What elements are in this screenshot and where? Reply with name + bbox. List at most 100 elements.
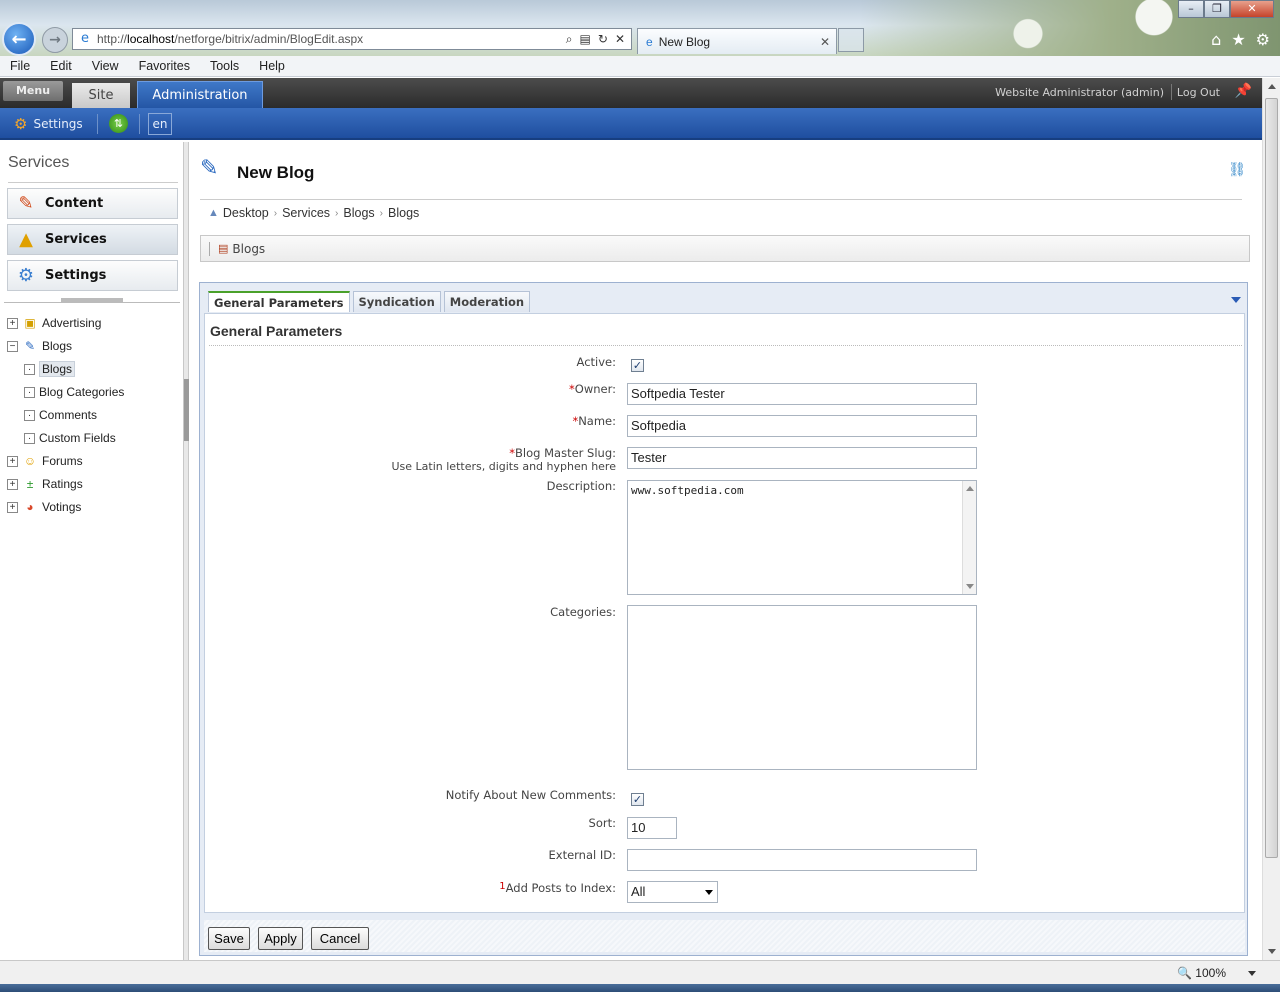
menu-tools[interactable]: Tools bbox=[200, 59, 249, 73]
current-user[interactable]: Website Administrator (admin) bbox=[995, 86, 1164, 99]
sidebar-button-services[interactable]: ▲ Services bbox=[7, 224, 178, 255]
language-switch[interactable]: en bbox=[148, 113, 172, 135]
textarea-scrollbar[interactable] bbox=[962, 481, 976, 594]
new-tab-button[interactable] bbox=[838, 28, 864, 52]
rating-icon: ± bbox=[26, 477, 34, 491]
menu-file[interactable]: File bbox=[0, 59, 40, 73]
tools-gear-icon[interactable]: ⚙ bbox=[1256, 30, 1270, 49]
owner-field[interactable]: Softpedia Tester bbox=[627, 383, 977, 405]
chevron-down-icon[interactable] bbox=[1231, 297, 1241, 303]
settings-label: Settings bbox=[33, 117, 83, 131]
settings-button[interactable]: ⚙ Settings bbox=[14, 115, 83, 133]
chevron-right-icon: › bbox=[273, 207, 278, 219]
cancel-button[interactable]: Cancel bbox=[311, 927, 369, 950]
apply-button[interactable]: Apply bbox=[258, 927, 303, 950]
name-field[interactable]: Softpedia bbox=[627, 415, 977, 437]
menu-help[interactable]: Help bbox=[249, 59, 295, 73]
tree-item-blogs[interactable]: − ✎ Blogs bbox=[7, 336, 72, 356]
menu-view[interactable]: View bbox=[82, 59, 129, 73]
breadcrumb-blogs-list[interactable]: Blogs bbox=[388, 206, 419, 220]
tree-item-blog-categories[interactable]: · Blog Categories bbox=[24, 382, 124, 402]
os-taskbar bbox=[0, 984, 1280, 992]
minimize-button[interactable]: – bbox=[1178, 0, 1204, 18]
collapse-grip[interactable] bbox=[61, 298, 123, 303]
toolbar-handle bbox=[209, 241, 210, 256]
page-scrollbar[interactable] bbox=[1262, 78, 1280, 960]
tree-item-forums[interactable]: + ☺ Forums bbox=[7, 451, 83, 471]
collapse-icon[interactable]: − bbox=[7, 340, 18, 352]
sidebar-button-content[interactable]: ✎ Content bbox=[7, 188, 178, 219]
close-window-button[interactable]: ✕ bbox=[1230, 0, 1274, 18]
expand-icon[interactable]: + bbox=[7, 478, 18, 490]
save-button[interactable]: Save bbox=[208, 927, 250, 950]
expand-icon[interactable]: + bbox=[7, 455, 18, 467]
tab-syndication[interactable]: Syndication bbox=[352, 291, 441, 312]
tree-item-label: Ratings bbox=[42, 477, 83, 491]
forward-button[interactable]: → bbox=[42, 27, 68, 53]
sync-icon[interactable]: ⇅ bbox=[109, 114, 128, 133]
address-bar[interactable]: e http://localhost/netforge/bitrix/admin… bbox=[72, 28, 632, 50]
stop-icon[interactable]: ✕ bbox=[615, 32, 625, 47]
favorites-star-icon[interactable]: ★ bbox=[1231, 30, 1245, 49]
expand-icon[interactable]: + bbox=[7, 501, 18, 513]
back-button[interactable]: ← bbox=[2, 22, 36, 56]
refresh-icon[interactable]: ↻ bbox=[598, 32, 608, 47]
tab-general-parameters[interactable]: General Parameters bbox=[208, 291, 350, 312]
active-checkbox[interactable]: ✓ bbox=[631, 359, 644, 372]
context-link-blogs[interactable]: Blogs bbox=[232, 242, 265, 256]
menu-edit[interactable]: Edit bbox=[40, 59, 82, 73]
sidebar-button-settings[interactable]: ⚙ Settings bbox=[7, 260, 178, 291]
tree-item-ratings[interactable]: + ± Ratings bbox=[7, 474, 83, 494]
tree-item-comments[interactable]: · Comments bbox=[24, 405, 97, 425]
breadcrumb-blogs[interactable]: Blogs bbox=[343, 206, 374, 220]
address-url[interactable]: http://localhost/netforge/bitrix/admin/B… bbox=[97, 32, 566, 46]
tree-item-advertising[interactable]: + ▣ Advertising bbox=[7, 313, 101, 333]
breadcrumb-desktop[interactable]: Desktop bbox=[223, 206, 269, 220]
tab-administration[interactable]: Administration bbox=[137, 81, 263, 108]
sort-label: Sort: bbox=[588, 816, 616, 830]
sort-field[interactable]: 10 bbox=[627, 817, 677, 839]
splitter-handle[interactable] bbox=[184, 379, 189, 441]
chevron-down-icon[interactable] bbox=[1248, 971, 1256, 976]
search-icon[interactable]: ⌕ bbox=[566, 32, 573, 47]
sidebar-splitter[interactable] bbox=[183, 142, 189, 960]
sidebar-button-label: Settings bbox=[45, 268, 107, 283]
compat-view-icon[interactable]: ▤ bbox=[580, 32, 591, 47]
logout-link[interactable]: Log Out bbox=[1177, 86, 1220, 99]
pin-icon[interactable]: 📌 bbox=[1235, 83, 1252, 99]
tree-item-label: Blog Categories bbox=[39, 385, 125, 399]
home-icon[interactable]: ⌂ bbox=[1211, 30, 1221, 49]
tree-item-custom-fields[interactable]: · Custom Fields bbox=[24, 428, 116, 448]
slug-field[interactable]: Tester bbox=[627, 447, 977, 469]
description-textarea[interactable]: www.softpedia.com bbox=[627, 480, 977, 595]
browser-tab[interactable]: e New Blog ✕ bbox=[637, 28, 837, 54]
pencil-document-icon: ✎ bbox=[18, 193, 34, 214]
maximize-button[interactable]: ❐ bbox=[1204, 0, 1230, 18]
divider bbox=[97, 114, 98, 134]
close-tab-icon[interactable]: ✕ bbox=[820, 35, 830, 49]
sidebar-title: Services bbox=[8, 154, 70, 171]
notify-checkbox[interactable]: ✓ bbox=[631, 793, 644, 806]
index-select[interactable]: All bbox=[627, 881, 718, 903]
zoom-level[interactable]: 🔍 100% bbox=[1177, 966, 1226, 980]
scroll-down-arrow[interactable] bbox=[1268, 949, 1276, 954]
breadcrumb-services[interactable]: Services bbox=[282, 206, 330, 220]
scroll-up-arrow[interactable] bbox=[1268, 84, 1276, 89]
forum-icon: ☺ bbox=[23, 454, 37, 468]
tree-item-votings[interactable]: + ◕ Votings bbox=[7, 497, 81, 517]
external-id-field[interactable] bbox=[627, 849, 977, 871]
link-icon[interactable]: ⛓ bbox=[1228, 162, 1246, 178]
categories-list[interactable] bbox=[627, 605, 977, 770]
scroll-thumb[interactable] bbox=[1265, 98, 1278, 858]
expand-icon[interactable]: + bbox=[7, 317, 18, 329]
menu-favorites[interactable]: Favorites bbox=[129, 59, 200, 73]
slug-hint: Use Latin letters, digits and hyphen her… bbox=[391, 460, 617, 473]
tree-item-blogs-list[interactable]: · Blogs bbox=[24, 359, 76, 379]
owner-label-text: Owner: bbox=[574, 382, 616, 396]
menu-toggle-button[interactable]: Menu bbox=[3, 81, 63, 101]
tree-item-label: Advertising bbox=[42, 316, 102, 330]
tab-site[interactable]: Site bbox=[72, 83, 130, 108]
index-label: 1Add Posts to Index: bbox=[499, 881, 616, 895]
tab-moderation[interactable]: Moderation bbox=[443, 291, 531, 312]
form-tabs: General Parameters Syndication Moderatio… bbox=[208, 291, 531, 312]
